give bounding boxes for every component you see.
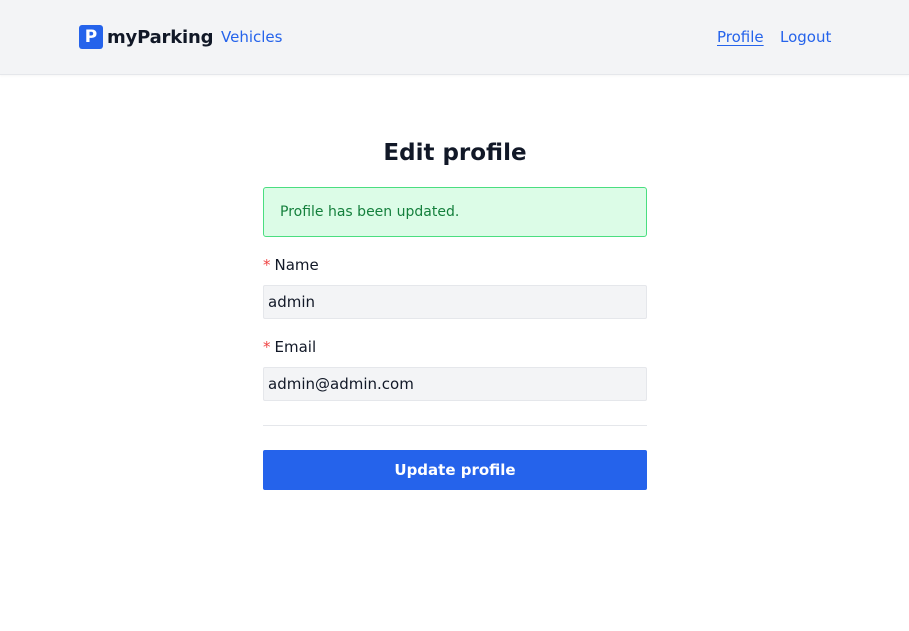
email-label-text: Email <box>274 338 317 356</box>
navbar: P myParking Vehicles Profile Logout <box>0 0 909 75</box>
update-profile-button[interactable]: Update profile <box>263 450 647 490</box>
brand-name: myParking <box>107 26 214 48</box>
email-input[interactable] <box>263 367 647 401</box>
parking-logo-icon: P <box>79 25 103 49</box>
name-label: * Name <box>263 256 319 274</box>
form-divider <box>263 425 647 426</box>
nav-profile-link[interactable]: Profile <box>717 28 764 46</box>
email-label: * Email <box>263 338 316 356</box>
brand-link[interactable]: P myParking <box>79 25 213 49</box>
required-marker: * <box>263 256 271 274</box>
name-label-text: Name <box>274 256 319 274</box>
name-input[interactable] <box>263 285 647 319</box>
nav-vehicles-link[interactable]: Vehicles <box>221 28 282 46</box>
success-alert: Profile has been updated. <box>263 187 647 237</box>
nav-logout-link[interactable]: Logout <box>780 28 831 46</box>
required-marker: * <box>263 338 271 356</box>
page-title: Edit profile <box>383 140 527 166</box>
